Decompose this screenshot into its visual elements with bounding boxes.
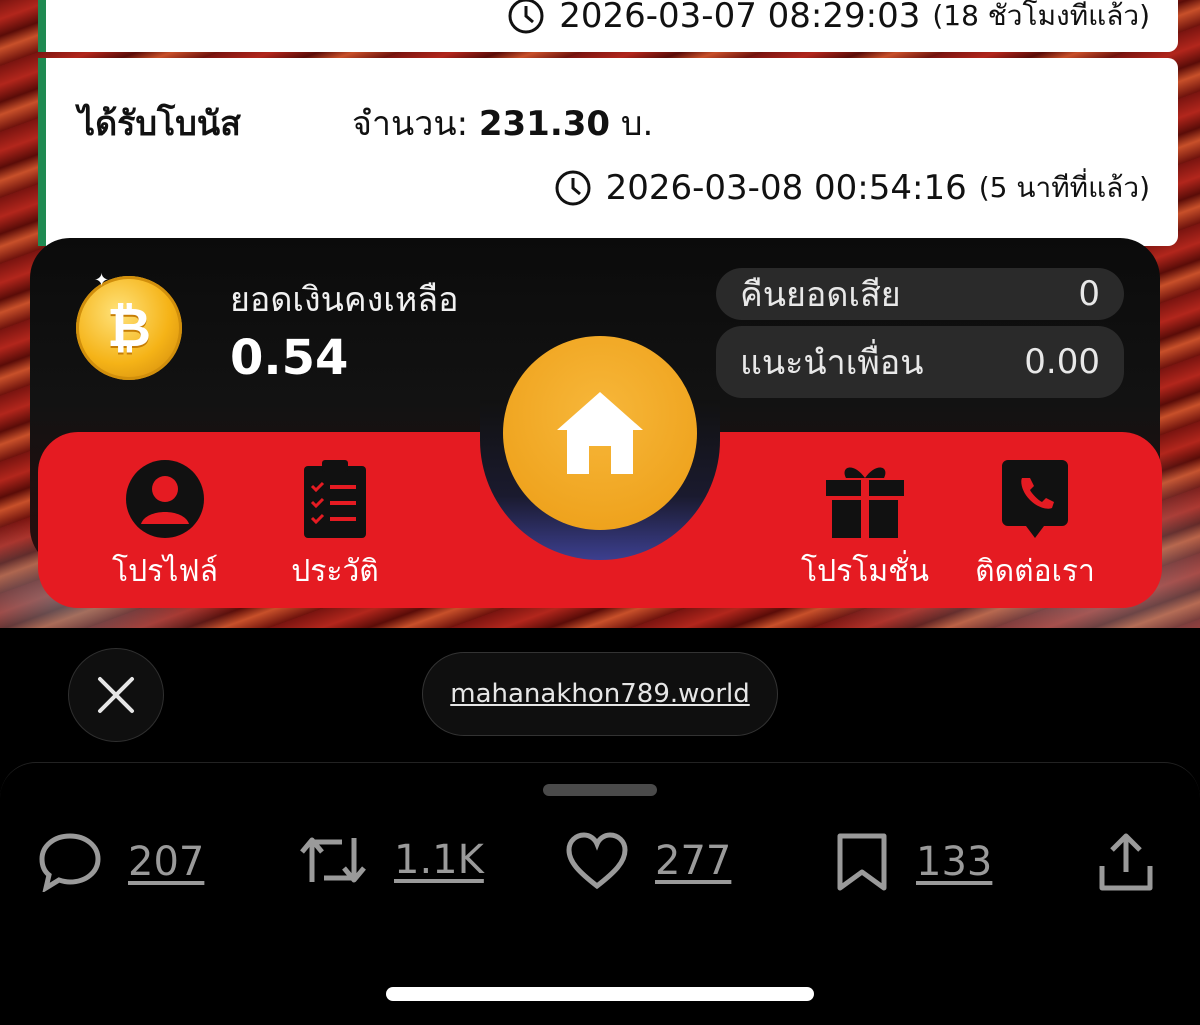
referral-label: แนะนำเพื่อน (740, 343, 924, 383)
phone-chat-icon (1002, 460, 1068, 538)
home-indicator[interactable] (386, 987, 814, 1001)
url-link[interactable]: mahanakhon789.world (422, 652, 778, 736)
transaction-card-previous: 2026-03-07 08:29:03 (18 ชั่วโมงที่แล้ว) (38, 0, 1178, 52)
transaction-time: 2026-03-07 08:29:03 (18 ชั่วโมงที่แล้ว) (507, 0, 1150, 38)
cashback-stat[interactable]: คืนยอดเสีย 0 (716, 268, 1124, 320)
cashback-label: คืนยอดเสีย (740, 275, 901, 315)
balance-value: 0.54 (230, 330, 349, 386)
sparkle-icon: ✦ (94, 270, 110, 291)
nav-profile[interactable]: โปรไฟล์ (80, 458, 250, 595)
share-icon (1099, 833, 1153, 891)
transaction-title: ได้รับโบนัส (78, 104, 241, 144)
transaction-timestamp: 2026-03-08 00:54:16 (605, 168, 967, 208)
close-icon (98, 677, 134, 713)
clock-icon (508, 0, 544, 34)
amount-value: 231.30 (478, 104, 611, 144)
nav-contact-label: ติดต่อเรา (975, 554, 1095, 589)
close-button[interactable] (68, 648, 164, 742)
transaction-card-bonus: ได้รับโบนัส จำนวน: 231.30 บ. 2026-03-08 … (38, 58, 1178, 246)
sheet-grabber[interactable] (543, 784, 657, 796)
nav-history-label: ประวัติ (291, 554, 379, 589)
user-icon (126, 460, 204, 538)
nav-history[interactable]: ประวัติ (250, 458, 420, 595)
action-sheet (0, 762, 1200, 1025)
clipboard-checklist-icon (304, 460, 366, 538)
repost-action[interactable]: 1.1K (298, 832, 484, 888)
gift-icon (826, 467, 904, 538)
referral-value: 0.00 (1024, 342, 1100, 382)
repost-icon (300, 837, 366, 883)
like-action[interactable]: 277 (565, 832, 731, 890)
balance-label: ยอดเงินคงเหลือ (230, 280, 459, 320)
transaction-ago: (5 นาทีที่แล้ว) (978, 171, 1150, 204)
reply-action[interactable]: 207 (38, 832, 204, 892)
like-count: 277 (655, 838, 732, 884)
bookmark-count: 133 (916, 839, 993, 885)
nav-promotion[interactable]: โปรโมชั่น (780, 458, 950, 595)
bitcoin-coin-icon: ₿ (76, 276, 182, 380)
transaction-amount: จำนวน: 231.30 บ. (352, 96, 653, 150)
nav-profile-label: โปรไฟล์ (112, 554, 218, 589)
amount-label: จำนวน: (352, 104, 469, 144)
nav-promotion-label: โปรโมชั่น (800, 554, 930, 589)
share-button[interactable] (1096, 832, 1156, 892)
home-button[interactable] (503, 336, 697, 530)
bookmark-action[interactable]: 133 (834, 832, 992, 892)
amount-unit: บ. (620, 104, 654, 144)
reply-icon (39, 833, 101, 892)
bookmark-icon (837, 833, 887, 891)
house-icon (557, 392, 643, 474)
cashback-value: 0 (1078, 274, 1100, 314)
heart-icon (566, 832, 628, 890)
transaction-timestamp: 2026-03-07 08:29:03 (559, 0, 921, 36)
web-content: 2026-03-07 08:29:03 (18 ชั่วโมงที่แล้ว) … (0, 0, 1200, 628)
nav-contact[interactable]: ติดต่อเรา (950, 458, 1120, 595)
reply-count: 207 (128, 839, 205, 885)
clock-icon (555, 170, 591, 206)
repost-count: 1.1K (394, 837, 484, 883)
transaction-time: 2026-03-08 00:54:16 (5 นาทีที่แล้ว) (554, 166, 1150, 210)
transaction-ago: (18 ชั่วโมงที่แล้ว) (932, 0, 1150, 32)
referral-stat[interactable]: แนะนำเพื่อน 0.00 (716, 326, 1124, 398)
